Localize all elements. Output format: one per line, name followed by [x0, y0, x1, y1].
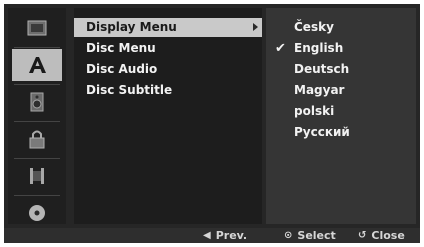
menu-item-label: Disc Menu: [86, 41, 156, 55]
close-hint[interactable]: ↺ Close: [358, 228, 405, 243]
language-option[interactable]: Česky: [266, 17, 416, 37]
menu-item-disc-audio[interactable]: Disc Audio: [74, 60, 262, 79]
select-label: Select: [297, 229, 336, 242]
tab-language[interactable]: [12, 49, 62, 81]
tab-lock[interactable]: [12, 123, 62, 155]
button-hint-bar: ◀ Prev. ⊙ Select ↺ Close: [4, 228, 420, 243]
submenu-panel: Display Menu Disc Menu Disc Audio Disc S…: [74, 8, 262, 224]
checkmark-icon: ✔: [275, 41, 286, 56]
menu-item-disc-menu[interactable]: Disc Menu: [74, 39, 262, 58]
menu-item-display-menu[interactable]: Display Menu: [74, 18, 262, 37]
dvd-setup-screen: Display Menu Disc Menu Disc Audio Disc S…: [4, 4, 420, 243]
select-circle-icon: ⊙: [284, 230, 293, 241]
select-hint[interactable]: ⊙ Select: [284, 228, 336, 243]
disc-icon: [29, 205, 45, 221]
general-settings-icon: [27, 20, 47, 36]
tab-general[interactable]: [12, 12, 62, 44]
return-icon: ↺: [358, 230, 367, 241]
menu-item-label: Disc Subtitle: [86, 83, 173, 97]
language-option[interactable]: polski: [266, 101, 416, 121]
category-sidebar: [8, 8, 66, 224]
menu-item-disc-subtitle[interactable]: Disc Subtitle: [74, 81, 262, 100]
prev-label: Prev.: [215, 229, 248, 242]
film-icon: [30, 168, 44, 184]
close-label: Close: [371, 229, 405, 242]
menu-item-label: Display Menu: [86, 20, 177, 34]
tab-audio[interactable]: [12, 86, 62, 118]
language-icon: [29, 57, 46, 73]
language-option[interactable]: ✔ English: [266, 38, 416, 58]
lock-icon: [29, 130, 45, 149]
tab-disc[interactable]: [12, 197, 62, 229]
menu-item-label: Disc Audio: [86, 62, 158, 76]
language-option[interactable]: Deutsch: [266, 59, 416, 79]
left-arrow-icon: ◀: [203, 230, 211, 241]
prev-hint[interactable]: ◀ Prev.: [203, 228, 247, 243]
chevron-right-icon: [253, 23, 258, 31]
language-options-panel: Česky ✔ English Deutsch Magyar polski Ру…: [266, 8, 416, 224]
tab-film[interactable]: [12, 160, 62, 192]
language-option[interactable]: Русский: [266, 122, 416, 142]
language-option[interactable]: Magyar: [266, 80, 416, 100]
audio-speaker-icon: [30, 92, 44, 112]
